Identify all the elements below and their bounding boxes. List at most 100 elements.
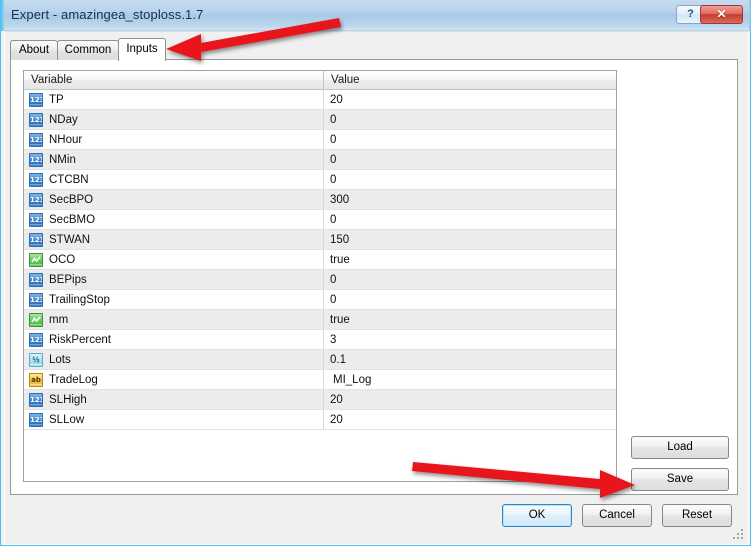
expert-properties-dialog: Expert - amazingea_stoploss.1.7 ? ✕ Abou… bbox=[0, 0, 751, 546]
variable-name: CTCBN bbox=[49, 173, 89, 186]
tab-inputs[interactable]: Inputs bbox=[118, 38, 166, 61]
variable-name: TP bbox=[49, 93, 64, 106]
cancel-button[interactable]: Cancel bbox=[582, 504, 652, 527]
int-type-icon: 123 bbox=[29, 232, 43, 247]
variable-name: TradeLog bbox=[49, 373, 98, 386]
table-row[interactable]: ½ Lots 0.1 bbox=[24, 350, 616, 370]
value-cell[interactable]: 0.1 bbox=[324, 350, 616, 369]
variable-cell[interactable]: ab TradeLog bbox=[24, 370, 324, 389]
int-type-icon: 123 bbox=[29, 392, 43, 407]
variable-name: NHour bbox=[49, 133, 83, 146]
table-row[interactable]: 123 NDay 0 bbox=[24, 110, 616, 130]
variable-name: mm bbox=[49, 313, 69, 326]
table-row[interactable]: OCO true bbox=[24, 250, 616, 270]
int-type-icon: 123 bbox=[29, 92, 43, 107]
value-cell[interactable]: true bbox=[324, 250, 616, 269]
variable-cell[interactable]: 123 TrailingStop bbox=[24, 290, 324, 309]
table-row[interactable]: 123 CTCBN 0 bbox=[24, 170, 616, 190]
table-row[interactable]: 123 TP 20 bbox=[24, 90, 616, 110]
table-row[interactable]: 123 STWAN 150 bbox=[24, 230, 616, 250]
title-bar[interactable]: Expert - amazingea_stoploss.1.7 ? ✕ bbox=[1, 0, 751, 31]
variable-cell[interactable]: 123 RiskPercent bbox=[24, 330, 324, 349]
int-type-icon: 123 bbox=[29, 272, 43, 287]
value-cell[interactable]: true bbox=[324, 310, 616, 329]
int-type-icon: 123 bbox=[29, 172, 43, 187]
variable-name: BEPips bbox=[49, 273, 87, 286]
close-button[interactable]: ✕ bbox=[700, 5, 743, 24]
value-cell[interactable]: 0 bbox=[324, 150, 616, 169]
value-cell[interactable]: 3 bbox=[324, 330, 616, 349]
tab-about[interactable]: About bbox=[10, 40, 58, 60]
variable-cell[interactable]: 123 NDay bbox=[24, 110, 324, 129]
table-row[interactable]: 123 NMin 0 bbox=[24, 150, 616, 170]
int-type-icon: 123 bbox=[29, 212, 43, 227]
load-button[interactable]: Load bbox=[631, 436, 729, 459]
title-bar-left-edge bbox=[1, 0, 4, 31]
parameters-table[interactable]: Variable Value 123TP20123NDay0123NHour01… bbox=[23, 70, 617, 482]
variable-cell[interactable]: 123 SLLow bbox=[24, 410, 324, 429]
value-cell[interactable]: 20 bbox=[324, 410, 616, 429]
value-cell[interactable]: MI_Log bbox=[324, 370, 616, 389]
string-type-icon: ab bbox=[29, 372, 43, 387]
table-row[interactable]: 123 SLLow 20 bbox=[24, 410, 616, 430]
save-button[interactable]: Save bbox=[631, 468, 729, 491]
bool-type-icon bbox=[29, 252, 43, 267]
variable-cell[interactable]: 123 SLHigh bbox=[24, 390, 324, 409]
value-cell[interactable]: 0 bbox=[324, 210, 616, 229]
table-row[interactable]: mm true bbox=[24, 310, 616, 330]
value-cell[interactable]: 20 bbox=[324, 90, 616, 109]
table-row[interactable]: 123 RiskPercent 3 bbox=[24, 330, 616, 350]
table-body: 123 TP 20 123 NDay 0 123 NHour 0 123 NMin 0 123 CTCBN… bbox=[24, 90, 616, 430]
variable-cell[interactable]: 123 STWAN bbox=[24, 230, 324, 249]
variable-name: SLLow bbox=[49, 413, 85, 426]
variable-name: STWAN bbox=[49, 233, 91, 246]
int-type-icon: 123 bbox=[29, 192, 43, 207]
variable-name: SecBMO bbox=[49, 213, 96, 226]
table-row[interactable]: 123 SecBPO 300 bbox=[24, 190, 616, 210]
tab-common[interactable]: Common bbox=[57, 40, 119, 60]
value-cell[interactable]: 150 bbox=[324, 230, 616, 249]
int-type-icon: 123 bbox=[29, 112, 43, 127]
variable-cell[interactable]: mm bbox=[24, 310, 324, 329]
inputs-tab-panel: Variable Value 123TP20123NDay0123NHour01… bbox=[10, 59, 738, 495]
variable-name: Lots bbox=[49, 353, 71, 366]
variable-name: RiskPercent bbox=[49, 333, 111, 346]
int-type-icon: 123 bbox=[29, 332, 43, 347]
value-cell[interactable]: 0 bbox=[324, 130, 616, 149]
variable-cell[interactable]: 123 BEPips bbox=[24, 270, 324, 289]
int-type-icon: 123 bbox=[29, 152, 43, 167]
variable-cell[interactable]: 123 NHour bbox=[24, 130, 324, 149]
int-type-icon: 123 bbox=[29, 412, 43, 427]
int-type-icon: 123 bbox=[29, 132, 43, 147]
variable-cell[interactable]: 123 NMin bbox=[24, 150, 324, 169]
table-row[interactable]: 123 TrailingStop 0 bbox=[24, 290, 616, 310]
ok-button[interactable]: OK bbox=[502, 504, 572, 527]
value-cell[interactable]: 20 bbox=[324, 390, 616, 409]
reset-button[interactable]: Reset bbox=[662, 504, 732, 527]
variable-name: NDay bbox=[49, 113, 78, 126]
variable-cell[interactable]: 123 CTCBN bbox=[24, 170, 324, 189]
variable-cell[interactable]: ½ Lots bbox=[24, 350, 324, 369]
value-cell[interactable]: 0 bbox=[324, 270, 616, 289]
value-cell[interactable]: 0 bbox=[324, 290, 616, 309]
variable-name: SLHigh bbox=[49, 393, 87, 406]
value-cell[interactable]: 300 bbox=[324, 190, 616, 209]
int-type-icon: 123 bbox=[29, 292, 43, 307]
table-row[interactable]: 123 BEPips 0 bbox=[24, 270, 616, 290]
value-cell[interactable]: 0 bbox=[324, 170, 616, 189]
variable-cell[interactable]: OCO bbox=[24, 250, 324, 269]
column-header-variable[interactable]: Variable bbox=[24, 71, 324, 89]
column-header-value[interactable]: Value bbox=[324, 71, 616, 89]
variable-cell[interactable]: 123 SecBPO bbox=[24, 190, 324, 209]
variable-name: OCO bbox=[49, 253, 76, 266]
variable-cell[interactable]: 123 SecBMO bbox=[24, 210, 324, 229]
variable-name: TrailingStop bbox=[49, 293, 110, 306]
value-cell[interactable]: 0 bbox=[324, 110, 616, 129]
table-row[interactable]: ab TradeLog MI_Log bbox=[24, 370, 616, 390]
table-row[interactable]: 123 NHour 0 bbox=[24, 130, 616, 150]
variable-name: SecBPO bbox=[49, 193, 94, 206]
table-row[interactable]: 123 SecBMO 0 bbox=[24, 210, 616, 230]
resize-grip[interactable] bbox=[733, 529, 745, 541]
table-row[interactable]: 123 SLHigh 20 bbox=[24, 390, 616, 410]
variable-cell[interactable]: 123 TP bbox=[24, 90, 324, 109]
